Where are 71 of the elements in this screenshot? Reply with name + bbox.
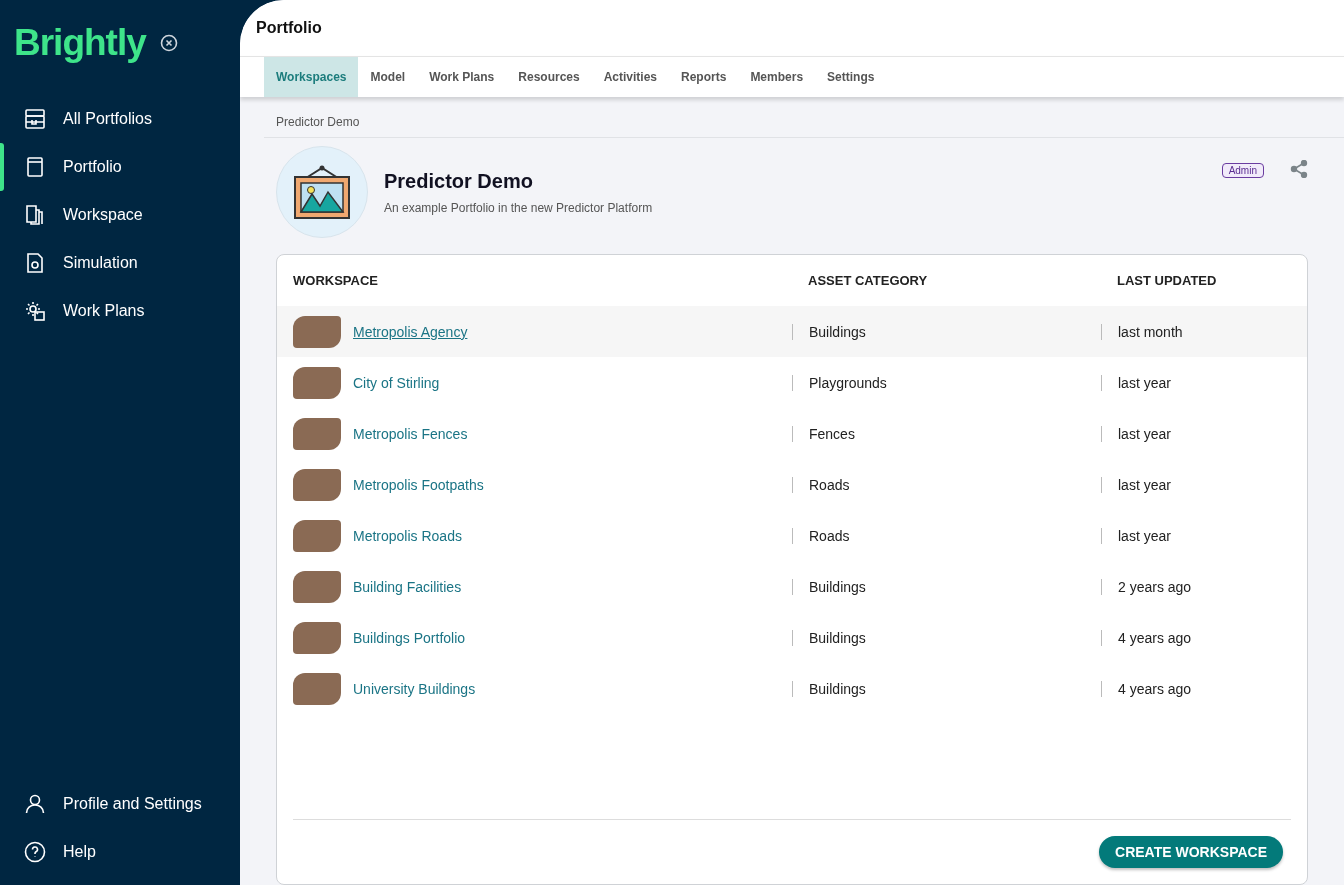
updated-cell: 2 years ago [1118,578,1192,595]
sidebar-item[interactable]: Simulation [0,239,240,287]
workspace-link[interactable]: Metropolis Fences [353,425,468,442]
column-header: LAST UPDATED [1117,272,1217,288]
category-cell: Fences [809,425,855,442]
item-label: Work Plans [63,302,145,320]
tab[interactable]: Members [738,57,816,97]
category-cell: Roads [809,476,850,493]
column-header: WORKSPACE [293,273,378,288]
tab[interactable]: Resources [506,57,592,97]
photo-placeholder [293,621,341,654]
item-label: Simulation [63,254,138,272]
updated-cell: 4 years ago [1118,629,1192,646]
photo-placeholder [293,366,341,399]
updated-cell: last month [1118,323,1183,340]
sidebar-item[interactable]: Help [0,828,240,876]
workspace-link[interactable]: Metropolis Footpaths [353,476,484,493]
category-cell: Buildings [809,323,866,340]
category-cell: Buildings [809,680,866,697]
photo-placeholder [293,468,341,501]
sidebar-item[interactable]: Portfolio [0,143,240,191]
category-cell: Roads [809,527,850,544]
updated-cell: last year [1118,527,1171,544]
close-icon[interactable] [159,34,178,52]
item-label: Profile and Settings [63,795,202,813]
column-header: ASSET CATEGORY [808,272,928,288]
updated-cell: last year [1118,476,1171,493]
share-icon[interactable] [1290,160,1308,178]
photo-placeholder [293,315,341,348]
sidebar-item[interactable]: Profile and Settings [0,780,240,828]
photo-placeholder [293,519,341,552]
sidebar-item[interactable]: Work Plans [0,287,240,335]
tab[interactable]: Settings [815,57,887,97]
item-label: Portfolio [63,158,122,176]
portfolio-description: An example Portfolio in the new Predictor Platform [384,200,654,215]
page-title: Portfolio [256,19,322,37]
workspace-link[interactable]: University Buildings [353,680,476,697]
stack-icon [23,107,47,131]
category-cell: Buildings [809,629,866,646]
tab[interactable]: Workspaces [264,57,359,97]
help-icon [23,840,47,864]
workspace-link[interactable]: Metropolis Roads [353,527,462,544]
workspace-link[interactable]: Building Facilities [353,578,462,595]
photo-placeholder [293,570,341,603]
category-cell: Buildings [809,578,866,595]
updated-cell: last year [1118,374,1171,391]
create-workspace-button[interactable]: CREATE WORKSPACE [1099,836,1283,868]
gear-icon [23,299,47,323]
tab[interactable]: Model [358,57,418,97]
sidebar-item[interactable]: All Portfolios [0,95,240,143]
person-icon [23,792,47,816]
framed-picture-icon [292,164,352,220]
tab[interactable]: Reports [669,57,739,97]
tab[interactable]: Activities [591,57,670,97]
brightly-logo: Brightly [14,22,146,64]
updated-cell: last year [1118,425,1171,442]
workspace-link[interactable]: City of Stirling [353,374,440,391]
category-cell: Playgrounds [809,374,887,391]
workspace-link[interactable]: Buildings Portfolio [353,629,466,646]
breadcrumb[interactable]: Predictor Demo [264,97,1344,138]
portfolio-name: Predictor Demo [384,169,534,193]
workspace-link[interactable]: Metropolis Agency [353,323,468,340]
item-label: Workspace [63,206,143,224]
photo-placeholder [293,672,341,705]
sidebar-item[interactable]: Workspace [0,191,240,239]
updated-cell: 4 years ago [1118,680,1192,697]
photo-placeholder [293,417,341,450]
item-label: All Portfolios [63,110,152,128]
tab[interactable]: Work Plans [417,57,507,97]
role-badge: Admin [1221,163,1264,178]
item-label: Help [63,843,96,861]
